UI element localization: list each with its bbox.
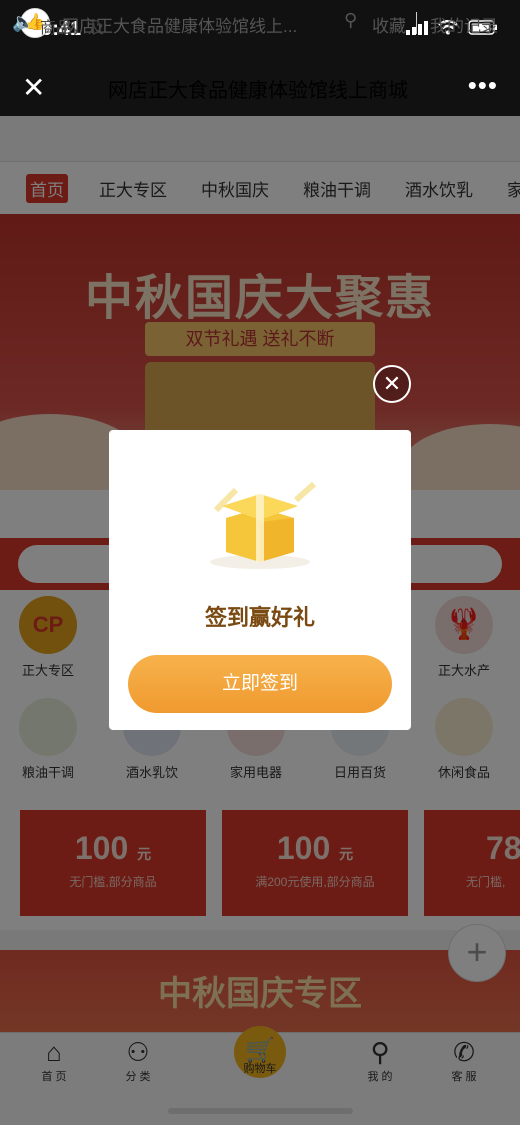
modal-close-button[interactable]: ✕: [373, 365, 411, 403]
favorite-button[interactable]: 收藏: [372, 12, 406, 37]
page-title: 网店正大食品健康体验馆线上商城: [108, 80, 408, 102]
speaker-icon: 🔈: [12, 12, 35, 32]
gift-box-icon: [210, 481, 316, 569]
divider: [416, 12, 417, 34]
more-icon[interactable]: •••: [468, 70, 498, 101]
notice-text: 商品，及: [40, 20, 105, 37]
search-icon[interactable]: ⚲: [344, 10, 357, 31]
modal-title: 签到赢好礼: [204, 605, 315, 630]
sign-in-button[interactable]: 立即签到: [128, 655, 392, 713]
signal-icon: [406, 20, 428, 35]
my-records-button[interactable]: 我的记录: [430, 12, 498, 37]
close-icon[interactable]: ✕: [22, 74, 45, 102]
close-icon: ✕: [382, 371, 402, 396]
